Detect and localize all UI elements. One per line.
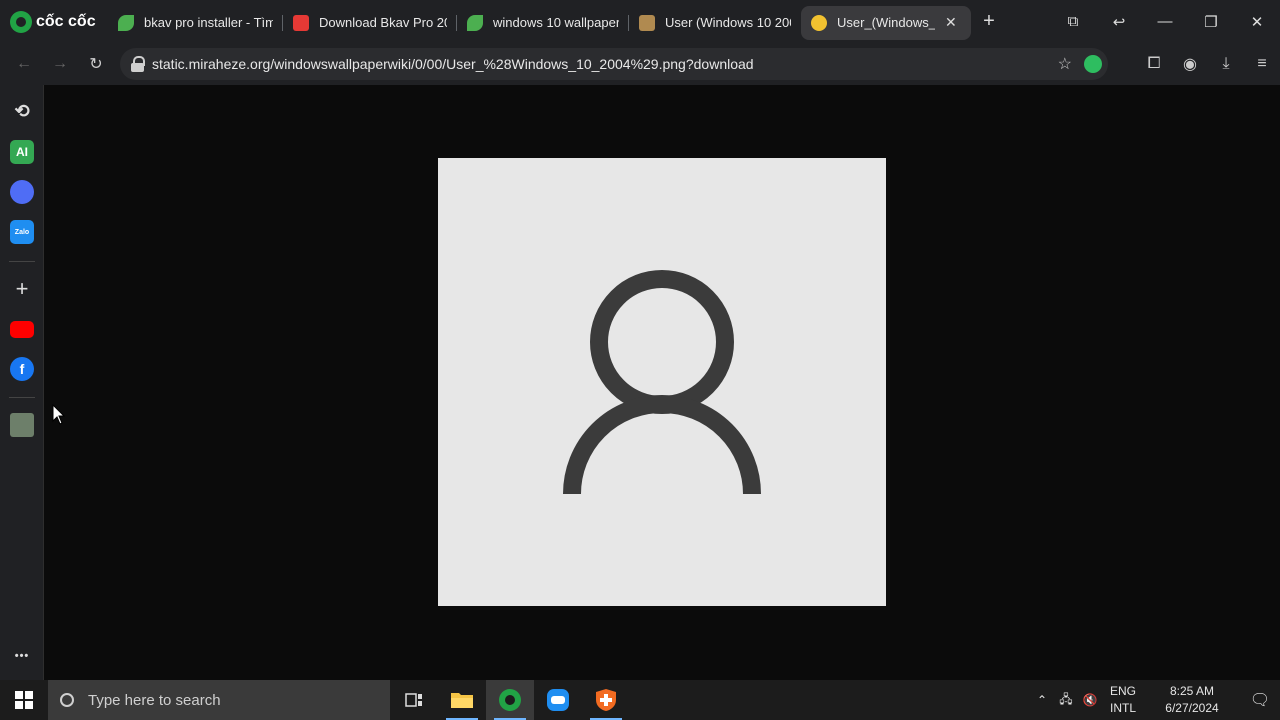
taskbar-search-box[interactable]: Type here to search — [48, 680, 390, 720]
windows-logo-icon — [15, 691, 33, 709]
file-explorer-icon[interactable] — [438, 680, 486, 720]
add-label: + — [15, 276, 29, 301]
more-label: ••• — [14, 650, 30, 662]
bkav-red-icon — [293, 14, 309, 31]
tab-title: bkav pro installer - Tìm — [144, 15, 273, 30]
sidebar-divider — [9, 397, 35, 398]
lang-bottom: INTL — [1109, 701, 1136, 715]
tab-bkav-download[interactable]: Download Bkav Pro 20 — [283, 6, 457, 40]
start-button[interactable] — [0, 680, 48, 720]
coccoc-leaf-icon — [118, 14, 134, 31]
tab-bar: cốc cốc bkav pro installer - Tìm Downloa… — [0, 0, 1280, 43]
search-icon — [60, 693, 74, 707]
coccoc-leaf-icon — [467, 14, 483, 31]
new-tab-button[interactable]: + — [971, 10, 1007, 33]
browser-toolbar: ← → ↻ static.miraheze.org/windowswallpap… — [0, 43, 1280, 85]
tab-title: User_(Windows_1 — [837, 15, 935, 30]
more-icon[interactable]: ••• — [10, 644, 34, 668]
clock[interactable]: 8:25 AM 6/27/2024 — [1144, 683, 1240, 717]
task-view-icon[interactable] — [390, 680, 438, 720]
clock-date: 6/27/2024 — [1165, 701, 1219, 715]
tab-bkav-search[interactable]: bkav pro installer - Tìm — [108, 6, 283, 40]
lang-top: ENG — [1109, 684, 1136, 698]
facebook-icon[interactable]: f — [10, 357, 34, 381]
tab-title: windows 10 wallpaper — [493, 15, 619, 30]
bkav-shield-icon[interactable] — [582, 680, 630, 720]
lock-icon[interactable] — [130, 56, 146, 72]
profile-icon[interactable]: ◉ — [1172, 54, 1208, 74]
back-history-icon[interactable]: ↩ — [1096, 0, 1142, 43]
extensions-icon[interactable]: ⧠ — [1136, 55, 1172, 73]
zalo-label: Zalo — [14, 228, 30, 236]
back-button[interactable]: ← — [6, 43, 42, 85]
youtube-icon[interactable] — [10, 321, 34, 338]
tab-title: User (Windows 10 200 — [665, 15, 791, 30]
address-bar[interactable]: static.miraheze.org/windowswallpaperwiki… — [120, 48, 1108, 80]
download-icon[interactable]: ⤓ — [1208, 55, 1244, 73]
system-tray: ⌃ 🖧 🔇 ENG INTL 8:25 AM 6/27/2024 🗨 — [1030, 680, 1280, 720]
mouse-cursor-icon — [52, 404, 66, 425]
tab-title: Download Bkav Pro 20 — [319, 15, 447, 30]
reload-button[interactable]: ↻ — [78, 43, 114, 85]
clock-time: 8:25 AM — [1169, 684, 1215, 698]
ai-label: AI — [16, 145, 28, 159]
bookmark-star-icon[interactable]: ☆ — [1058, 54, 1072, 74]
chevron-up-icon[interactable]: ⌃ — [1030, 693, 1054, 707]
close-window-icon[interactable]: ✕ — [1234, 0, 1280, 43]
volume-muted-icon[interactable]: 🔇 — [1078, 693, 1102, 707]
zalo-app-icon[interactable] — [534, 680, 582, 720]
minimize-icon[interactable]: — — [1142, 0, 1188, 43]
flower-icon — [811, 14, 827, 31]
person-icon — [563, 270, 761, 495]
url-text[interactable]: static.miraheze.org/windowswallpaperwiki… — [152, 56, 754, 72]
forward-button[interactable]: → — [42, 43, 78, 85]
brand-name: cốc cốc — [36, 12, 96, 30]
history-icon[interactable]: ⟲ — [10, 99, 34, 123]
notification-icon[interactable]: 🗨 — [1240, 690, 1280, 710]
coccoc-browser-icon[interactable] — [486, 680, 534, 720]
sidebar-divider — [9, 261, 35, 262]
wiki-image-icon — [639, 14, 655, 31]
search-placeholder: Type here to search — [88, 691, 221, 709]
menu-icon[interactable]: ≡ — [1244, 55, 1280, 73]
ai-assistant-icon[interactable]: AI — [10, 140, 34, 164]
dark-mode-icon[interactable] — [1084, 55, 1102, 73]
tab-user-wiki[interactable]: User (Windows 10 200 — [629, 6, 801, 40]
tab-windows-wallpaper[interactable]: windows 10 wallpaper — [457, 6, 629, 40]
window-controls: ⧉ ↩ — ❐ ✕ — [1050, 0, 1280, 43]
tab-user-image-active[interactable]: User_(Windows_1 ✕ — [801, 5, 971, 40]
facebook-label: f — [19, 361, 25, 377]
sidebar: ⟲ AI Zalo + f ••• — [0, 85, 44, 680]
coccoc-brand[interactable]: cốc cốc — [0, 0, 108, 43]
user-avatar-image[interactable] — [438, 158, 886, 606]
page-content — [45, 85, 1280, 680]
input-language[interactable]: ENG INTL — [1102, 683, 1144, 717]
restore-icon[interactable]: ❐ — [1188, 0, 1234, 43]
messenger-icon[interactable] — [10, 180, 34, 204]
coccoc-logo-icon — [10, 10, 32, 33]
zalo-icon[interactable]: Zalo — [10, 220, 34, 244]
windows-taskbar: Type here to search ⌃ 🖧 🔇 ENG INTL 8:25 … — [0, 680, 1280, 720]
tab-search-icon[interactable]: ⧉ — [1050, 0, 1096, 43]
add-shortcut-icon[interactable]: + — [10, 276, 34, 301]
close-tab-icon[interactable]: ✕ — [945, 14, 957, 31]
network-icon[interactable]: 🖧 — [1054, 690, 1078, 711]
user-photo-icon[interactable] — [10, 413, 34, 437]
